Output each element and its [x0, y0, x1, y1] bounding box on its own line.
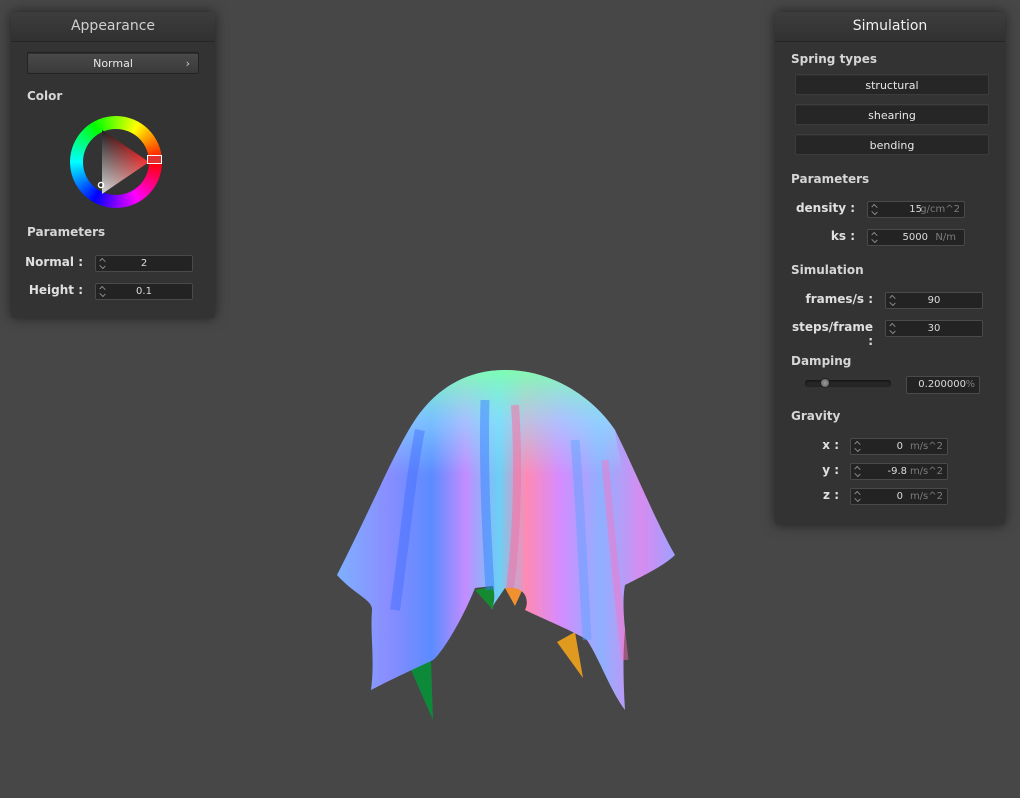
ks-label: ks :	[830, 229, 855, 243]
gravity-y-unit: m/s^2	[909, 466, 943, 477]
bending-toggle[interactable]: bending	[795, 134, 989, 155]
height-label: Height :	[28, 283, 83, 297]
height-value: 0.1	[136, 286, 152, 297]
spinner-icon[interactable]	[854, 464, 862, 479]
shader-select-label: Normal	[93, 57, 133, 70]
gravity-z-input[interactable]: 0 m/s^2	[850, 488, 948, 505]
appearance-panel-title[interactable]: Appearance	[11, 12, 215, 42]
frames-per-second-label: frames/s :	[805, 292, 873, 306]
simulation-panel-title[interactable]: Simulation	[775, 12, 1005, 42]
normal-label: Normal :	[25, 255, 83, 269]
frames-per-second-input[interactable]: 90	[885, 292, 983, 309]
ks-input[interactable]: 5000 N/m	[867, 229, 965, 246]
chevron-right-icon: ›	[185, 57, 190, 70]
spinner-icon[interactable]	[871, 202, 879, 217]
height-input[interactable]: 0.1	[95, 283, 193, 300]
gravity-y-input[interactable]: -9.8 m/s^2	[850, 463, 948, 480]
steps-per-frame-label: steps/frame :	[791, 320, 873, 348]
normal-input[interactable]: 2	[95, 255, 193, 272]
gravity-x-label: x :	[822, 438, 839, 452]
spinner-icon[interactable]	[854, 439, 862, 454]
gravity-z-value: 0	[896, 491, 903, 502]
damping-slider[interactable]	[805, 378, 891, 388]
normal-value: 2	[140, 258, 148, 269]
simulation-panel: Simulation Spring types structural shear…	[775, 12, 1005, 525]
fps-value: 90	[927, 295, 941, 306]
structural-toggle[interactable]: structural	[795, 74, 989, 95]
steps-per-frame-input[interactable]: 30	[885, 320, 983, 337]
gravity-y-label: y :	[822, 463, 839, 477]
damping-value: 0.200000	[918, 379, 966, 390]
damping-label: Damping	[791, 354, 852, 368]
density-unit: g/cm^2	[920, 204, 960, 215]
steps-value: 30	[927, 323, 941, 334]
appearance-panel: Appearance Normal › Color Parameters Nor…	[11, 12, 215, 318]
gravity-x-unit: m/s^2	[909, 441, 943, 452]
gravity-x-value: 0	[896, 441, 903, 452]
cloth-render[interactable]	[325, 360, 685, 730]
gravity-z-label: z :	[823, 488, 839, 502]
density-label: density :	[795, 201, 855, 215]
color-section-label: Color	[27, 89, 63, 103]
spring-types-label: Spring types	[791, 52, 878, 66]
color-wheel-icon[interactable]	[70, 116, 162, 208]
appearance-parameters-label: Parameters	[27, 225, 106, 239]
ks-value: 5000	[902, 232, 928, 243]
damping-unit: %	[965, 379, 975, 390]
gravity-x-input[interactable]: 0 m/s^2	[850, 438, 948, 455]
gravity-y-value: -9.8	[887, 466, 907, 477]
spinner-icon[interactable]	[871, 230, 879, 245]
sim-simulation-label: Simulation	[791, 263, 864, 277]
shearing-toggle[interactable]: shearing	[795, 104, 989, 125]
ks-unit: N/m	[935, 232, 956, 243]
damping-input[interactable]: 0.200000 %	[906, 376, 980, 394]
shader-select[interactable]: Normal ›	[27, 52, 199, 74]
spinner-icon[interactable]	[854, 489, 862, 504]
gravity-label: Gravity	[791, 409, 841, 423]
sim-parameters-label: Parameters	[791, 172, 870, 186]
density-input[interactable]: 15 g/cm^2	[867, 201, 965, 218]
damping-slider-knob[interactable]	[820, 378, 831, 388]
gravity-z-unit: m/s^2	[909, 491, 943, 502]
hue-marker[interactable]	[147, 155, 162, 164]
